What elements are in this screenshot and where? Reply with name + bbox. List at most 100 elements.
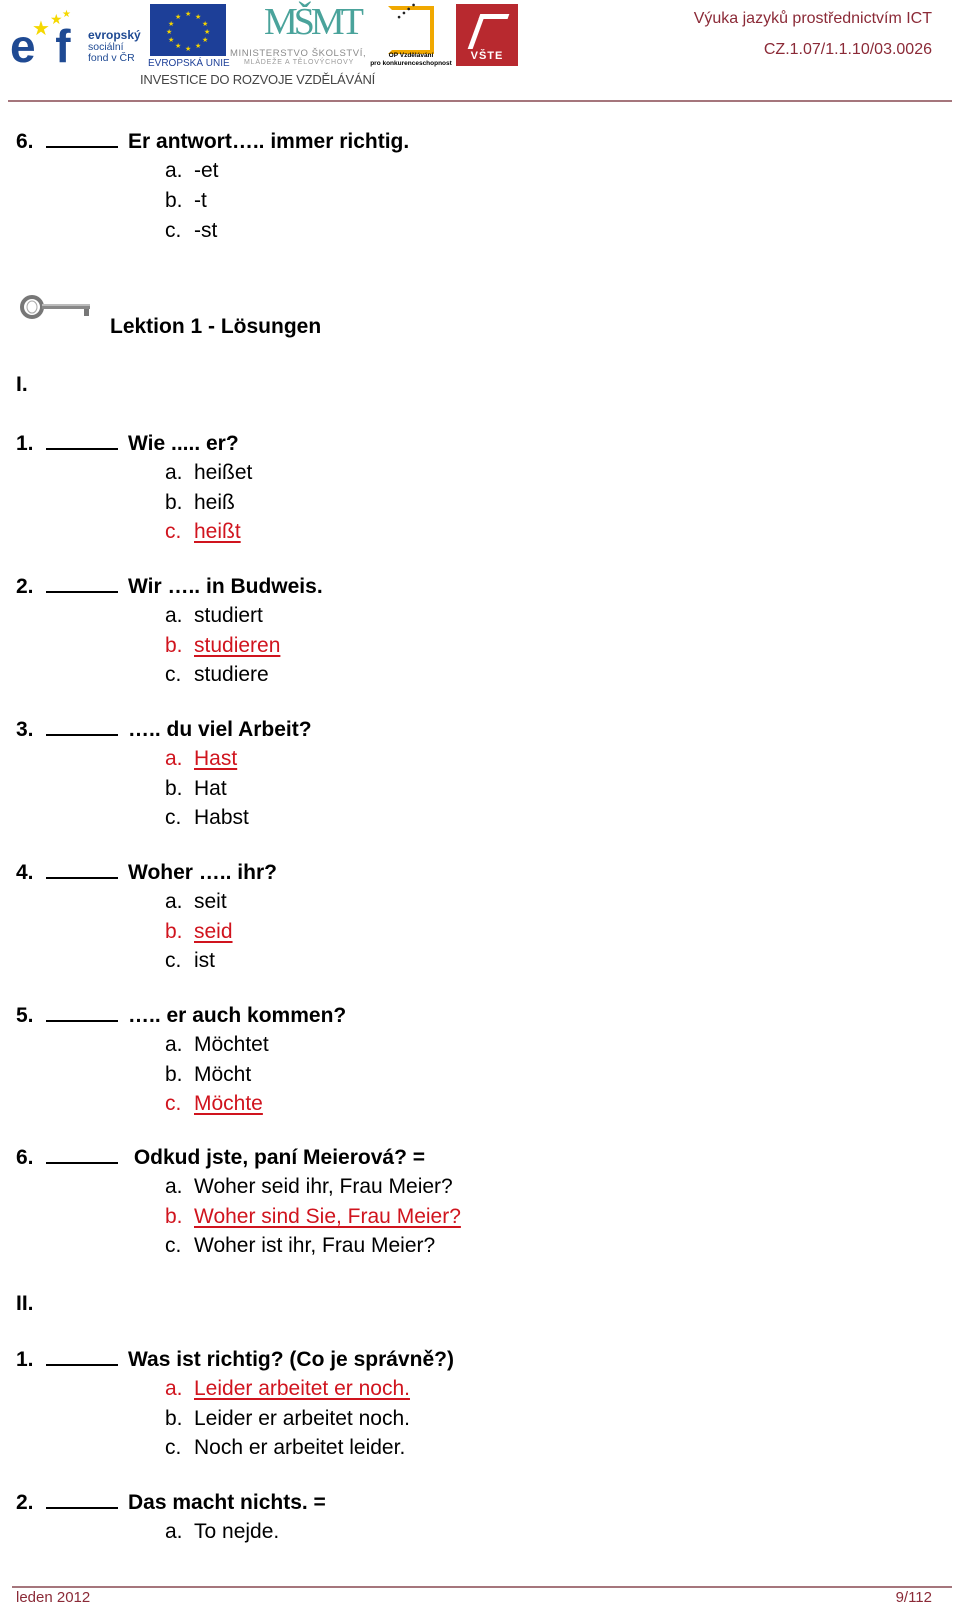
question-prompt: Wir ….. in Budweis.: [128, 575, 323, 598]
question-prompt: Das macht nichts. =: [128, 1491, 326, 1514]
question-prompt: Wie ..... er?: [128, 432, 239, 455]
key-icon: [20, 295, 90, 319]
vste-mark-icon: [467, 14, 510, 49]
correct-option: c. Möchte: [165, 1091, 263, 1117]
answer-blank: [46, 1002, 118, 1022]
header-divider: [8, 100, 952, 102]
question: 1. Wie ..... er?: [16, 430, 239, 457]
option: c. studiere: [165, 662, 269, 688]
option-letter: b.: [165, 919, 183, 943]
footer-divider: [12, 1586, 952, 1588]
option-text: Leider er arbeitet noch.: [194, 1406, 410, 1430]
msmt-mark: MŠMT: [264, 1, 364, 43]
esf-text: evropský sociální fond v ČR: [88, 29, 141, 64]
option-letter: c.: [165, 663, 182, 687]
option-letter: b.: [165, 1204, 183, 1228]
question-prompt: ….. er auch kommen?: [128, 1004, 347, 1027]
question-number: 2.: [16, 575, 34, 598]
op-line2: pro konkurenceschopnost: [370, 60, 452, 67]
section-label: I.: [16, 373, 28, 396]
option-text: studiert: [194, 604, 263, 627]
option: a. -et: [165, 158, 219, 184]
option-letter: c.: [165, 806, 182, 830]
option-letter: a.: [165, 1520, 183, 1543]
question-number: 2.: [16, 1491, 34, 1514]
question: 5. ….. er auch kommen?: [16, 1002, 346, 1029]
page-number: 9/112: [895, 1589, 932, 1606]
question: 6. Odkud jste, paní Meierová? =: [16, 1144, 425, 1171]
option-text: Woher sind Sie, Frau Meier?: [194, 1204, 461, 1228]
question: 1. Was ist richtig? (Co je správně?): [16, 1346, 454, 1373]
question: 2. Das macht nichts. =: [16, 1489, 326, 1516]
project-code: CZ.1.07/1.1.10/03.0026: [763, 41, 932, 58]
option-letter: c.: [165, 1436, 182, 1460]
op-caption: OP Vzdělávání pro konkurenceschopnost: [366, 52, 456, 68]
option-text: Möchtet: [194, 1033, 269, 1056]
option: b. Möcht: [165, 1062, 251, 1088]
question: 4. Woher ….. ihr?: [16, 859, 277, 886]
footer-date: leden 2012: [16, 1589, 91, 1606]
option: a. Möchtet: [165, 1032, 269, 1058]
option-text: Hat: [194, 776, 227, 800]
lesson-title: Lektion 1 - Lösungen: [110, 315, 322, 338]
option-letter: c.: [165, 1234, 182, 1258]
answer-blank: [46, 859, 118, 879]
question-number: 3.: [16, 718, 34, 741]
vste-logo: VŠTE: [456, 4, 518, 66]
option-text: heißet: [194, 461, 253, 484]
option-letter: a.: [165, 604, 183, 627]
option-text: heiß: [194, 490, 235, 514]
vste-caption: VŠTE: [470, 50, 504, 62]
option: a. To nejde.: [165, 1519, 279, 1545]
option-letter: a.: [165, 461, 183, 484]
option: a. Woher seid ihr, Frau Meier?: [165, 1174, 453, 1200]
option: c. Woher ist ihr, Frau Meier?: [165, 1233, 435, 1259]
correct-option: a. Leider arbeitet er noch.: [165, 1376, 410, 1402]
eu-caption: EVROPSKÁ UNIE: [148, 58, 230, 69]
option-text: Woher ist ihr, Frau Meier?: [194, 1234, 436, 1258]
question-prompt: Odkud jste, paní Meierová? =: [128, 1146, 425, 1169]
question: 6. Er antwort….. immer richtig.: [16, 128, 409, 155]
correct-option: b. Woher sind Sie, Frau Meier?: [165, 1204, 461, 1230]
section-label: II.: [16, 1292, 34, 1315]
option-letter: c.: [165, 949, 182, 973]
question-number: 1.: [16, 432, 34, 455]
option-text: studiere: [194, 663, 269, 687]
option: a. heißet: [165, 460, 252, 486]
esf-s: s: [32, 20, 59, 72]
option-letter: b.: [165, 490, 183, 514]
answer-blank: [46, 1489, 118, 1509]
option: a. studiert: [165, 603, 263, 629]
option: c. Habst: [165, 805, 249, 831]
option-text: Leider arbeitet er noch.: [194, 1377, 410, 1400]
option: b. Leider er arbeitet noch.: [165, 1406, 410, 1432]
option-letter: b.: [165, 1406, 183, 1430]
correct-option: b. seid: [165, 919, 233, 945]
eu-flag-icon: ★ ★ ★ ★ ★ ★ ★ ★ ★ ★ ★ ★: [150, 4, 226, 56]
tagline: INVESTICE DO ROZVOJE VZDĚLÁVÁNÍ: [140, 72, 376, 87]
option-text: ist: [194, 949, 215, 973]
msmt-logo: MŠMT MINISTERSTVO ŠKOLSTVÍ, MLÁDEŽE A TĚ…: [230, 1, 366, 68]
option-text: Woher seid ihr, Frau Meier?: [194, 1175, 453, 1198]
question-prompt: Was ist richtig? (Co je správně?): [128, 1348, 454, 1371]
answer-blank: [46, 1346, 118, 1366]
answer-blank: [46, 128, 118, 148]
option: c. Noch er arbeitet leider.: [165, 1435, 405, 1461]
correct-option: a. Hast: [165, 746, 237, 772]
eu-logo: ★ ★ ★ ★ ★ ★ ★ ★ ★ ★ ★ ★ EVROPSKÁ UNIE: [148, 4, 230, 69]
msmt-line1: MINISTERSTVO ŠKOLSTVÍ,: [230, 48, 367, 59]
option-text: seid: [194, 919, 233, 943]
question-number: 6.: [16, 1146, 34, 1169]
option-text: -st: [194, 219, 218, 242]
option-letter: b.: [165, 633, 183, 657]
esf-logo: ★ ★ ★ esf evropský sociální fond v ČR: [10, 4, 146, 69]
option-letter: a.: [165, 890, 183, 913]
option-letter: c.: [165, 1092, 182, 1116]
option-text: seit: [194, 890, 227, 913]
option-text: Möchte: [194, 1092, 263, 1116]
answer-blank: [46, 1144, 118, 1164]
option-letter: b.: [165, 776, 183, 800]
correct-option: c. heißt: [165, 519, 241, 545]
option-letter: a.: [165, 1377, 183, 1400]
question: 2. Wir ….. in Budweis.: [16, 573, 323, 600]
